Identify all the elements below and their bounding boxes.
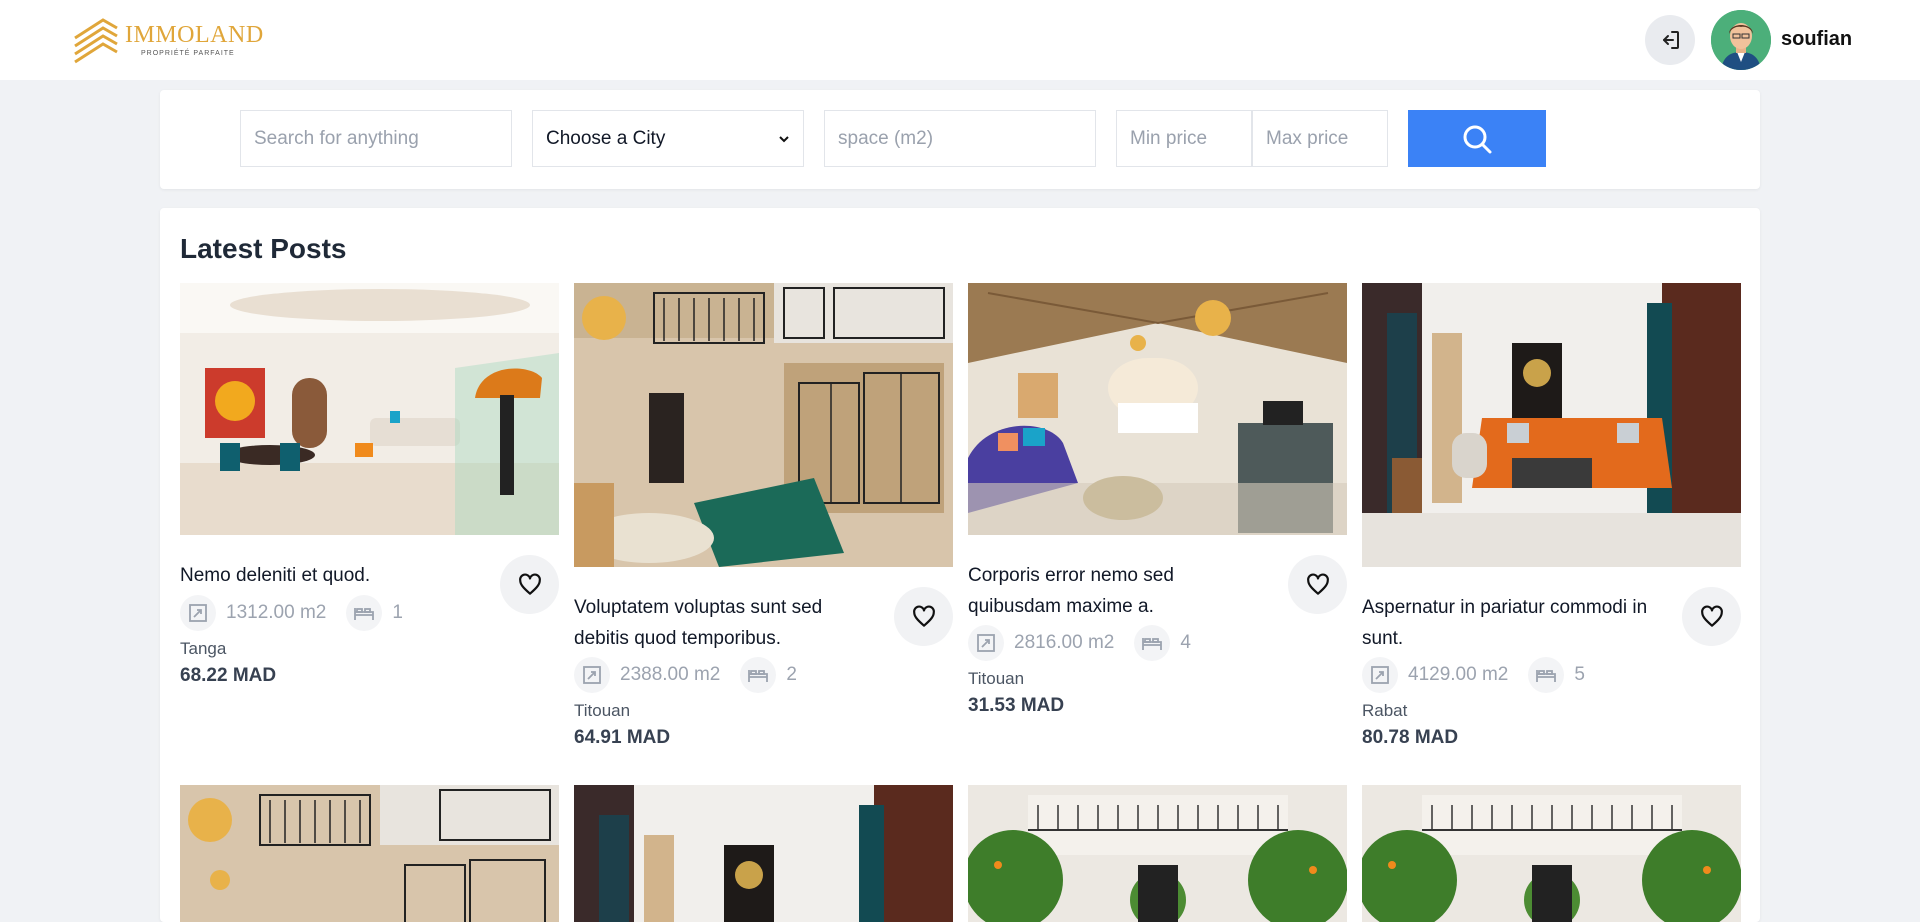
brand-name: IMMOLAND bbox=[125, 22, 264, 48]
post-space: 2816.00 m2 bbox=[1014, 632, 1115, 653]
area-icon bbox=[180, 595, 216, 631]
space-input[interactable]: space (m2) bbox=[824, 110, 1096, 167]
bed-icon bbox=[1528, 657, 1565, 693]
post-title-line: Nemo deleniti et quod. bbox=[180, 565, 371, 586]
courtyard-pool-image bbox=[180, 785, 559, 922]
garden-courtyard-image bbox=[1362, 785, 1741, 922]
post-price: 68.22 MAD bbox=[180, 665, 277, 686]
post-card[interactable] bbox=[968, 785, 1347, 922]
section-title: Latest Posts bbox=[180, 233, 347, 264]
post-photo[interactable] bbox=[1362, 785, 1741, 922]
logout-button[interactable] bbox=[1645, 15, 1695, 65]
avatar-icon bbox=[1711, 10, 1771, 70]
max-price-input[interactable]: Max price bbox=[1252, 110, 1388, 167]
search-input-placeholder: Search for anything bbox=[254, 127, 419, 149]
search-input[interactable]: Search for anything bbox=[240, 110, 512, 167]
dining-room-image bbox=[180, 283, 559, 535]
search-panel: Search for anything Choose a City space … bbox=[160, 90, 1760, 189]
post-rooms: 2 bbox=[786, 664, 797, 685]
chevron-down-icon bbox=[779, 135, 789, 142]
post-city: Titouan bbox=[968, 669, 1025, 688]
favorite-button[interactable] bbox=[1682, 587, 1741, 646]
area-icon bbox=[574, 657, 610, 693]
post-photo[interactable] bbox=[574, 283, 953, 567]
post-title-line: debitis quod temporibus. bbox=[574, 628, 782, 649]
post-price: 64.91 MAD bbox=[574, 727, 671, 748]
post-price: 80.78 MAD bbox=[1362, 727, 1459, 748]
post-photo[interactable] bbox=[180, 283, 559, 535]
post-city: Rabat bbox=[1362, 701, 1408, 720]
living-room-image bbox=[574, 785, 953, 922]
post-title[interactable]: Voluptatem voluptas sunt sed debitis quo… bbox=[574, 592, 894, 654]
post-title[interactable]: Corporis error nemo sed quibusdam maxime… bbox=[968, 560, 1288, 622]
post-photo[interactable] bbox=[574, 785, 953, 922]
post-card[interactable]: Nemo deleniti et quod. 1312.00 m2 1 Tang… bbox=[180, 283, 559, 686]
post-title-line: Corporis error nemo sed bbox=[968, 565, 1174, 586]
post-title-line: Aspernatur in pariatur commodi in bbox=[1362, 597, 1648, 618]
heart-icon bbox=[1700, 605, 1723, 627]
search-button[interactable] bbox=[1408, 110, 1546, 167]
post-title-line: quibusdam maxime a. bbox=[968, 596, 1154, 617]
top-navbar: IMMOLAND PROPRIÉTÉ PARFAITE soufian bbox=[0, 0, 1920, 80]
area-icon bbox=[968, 625, 1004, 661]
heart-icon bbox=[1306, 573, 1329, 595]
bed-icon bbox=[346, 595, 383, 631]
post-rooms: 4 bbox=[1180, 632, 1191, 653]
post-meta: 2816.00 m2 4 bbox=[968, 625, 1191, 661]
logout-icon bbox=[1663, 31, 1679, 49]
max-price-placeholder: Max price bbox=[1266, 127, 1349, 149]
post-title-line: sunt. bbox=[1362, 628, 1404, 649]
post-card[interactable]: Corporis error nemo sed quibusdam maxime… bbox=[968, 283, 1347, 716]
min-price-placeholder: Min price bbox=[1130, 127, 1208, 149]
city-select-value: Choose a City bbox=[546, 127, 666, 149]
latest-posts-panel: Latest Posts Nemo deleniti et quod. 1312… bbox=[160, 208, 1760, 922]
post-meta: 1312.00 m2 1 bbox=[180, 595, 403, 631]
post-price: 31.53 MAD bbox=[968, 695, 1065, 716]
post-space: 4129.00 m2 bbox=[1408, 664, 1509, 685]
post-card[interactable] bbox=[180, 785, 559, 922]
post-meta: 4129.00 m2 5 bbox=[1362, 657, 1585, 693]
heart-icon bbox=[518, 573, 541, 595]
min-price-input[interactable]: Min price bbox=[1116, 110, 1252, 167]
post-photo[interactable] bbox=[968, 785, 1347, 922]
logo-mark-icon bbox=[74, 18, 118, 64]
favorite-button[interactable] bbox=[894, 587, 953, 646]
post-title[interactable]: Aspernatur in pariatur commodi in sunt. bbox=[1362, 592, 1682, 654]
bed-icon bbox=[1134, 625, 1171, 661]
post-card[interactable] bbox=[574, 785, 953, 922]
post-space: 2388.00 m2 bbox=[620, 664, 721, 685]
post-space: 1312.00 m2 bbox=[226, 602, 327, 623]
post-rooms: 1 bbox=[392, 602, 403, 623]
post-photo[interactable] bbox=[180, 785, 559, 922]
favorite-button[interactable] bbox=[500, 555, 559, 614]
post-meta: 2388.00 m2 2 bbox=[574, 657, 797, 693]
user-avatar[interactable] bbox=[1711, 10, 1771, 70]
bed-icon bbox=[740, 657, 777, 693]
post-title-line: Voluptatem voluptas sunt sed bbox=[574, 597, 823, 618]
username: soufian bbox=[1781, 28, 1853, 50]
post-rooms: 5 bbox=[1574, 664, 1585, 685]
post-city: Tanga bbox=[180, 639, 227, 658]
brand-tagline: PROPRIÉTÉ PARFAITE bbox=[141, 50, 235, 57]
post-title[interactable]: Nemo deleniti et quod. bbox=[180, 560, 500, 591]
courtyard-pool-image bbox=[574, 283, 953, 567]
living-room-image bbox=[1362, 283, 1741, 567]
space-input-placeholder: space (m2) bbox=[838, 127, 934, 149]
post-card[interactable]: Voluptatem voluptas sunt sed debitis quo… bbox=[574, 283, 953, 748]
favorite-button[interactable] bbox=[1288, 555, 1347, 614]
post-photo[interactable] bbox=[968, 283, 1347, 535]
area-icon bbox=[1362, 657, 1398, 693]
garden-courtyard-image bbox=[968, 785, 1347, 922]
heart-icon bbox=[912, 605, 935, 627]
bedroom-lounge-image bbox=[968, 283, 1347, 535]
search-icon bbox=[1463, 125, 1492, 153]
city-select[interactable]: Choose a City bbox=[532, 110, 804, 167]
post-card[interactable]: Aspernatur in pariatur commodi in sunt. … bbox=[1362, 283, 1741, 748]
post-photo[interactable] bbox=[1362, 283, 1741, 567]
brand-logo[interactable]: IMMOLAND PROPRIÉTÉ PARFAITE bbox=[73, 16, 263, 66]
post-city: Titouan bbox=[574, 701, 631, 720]
post-card[interactable] bbox=[1362, 785, 1741, 922]
